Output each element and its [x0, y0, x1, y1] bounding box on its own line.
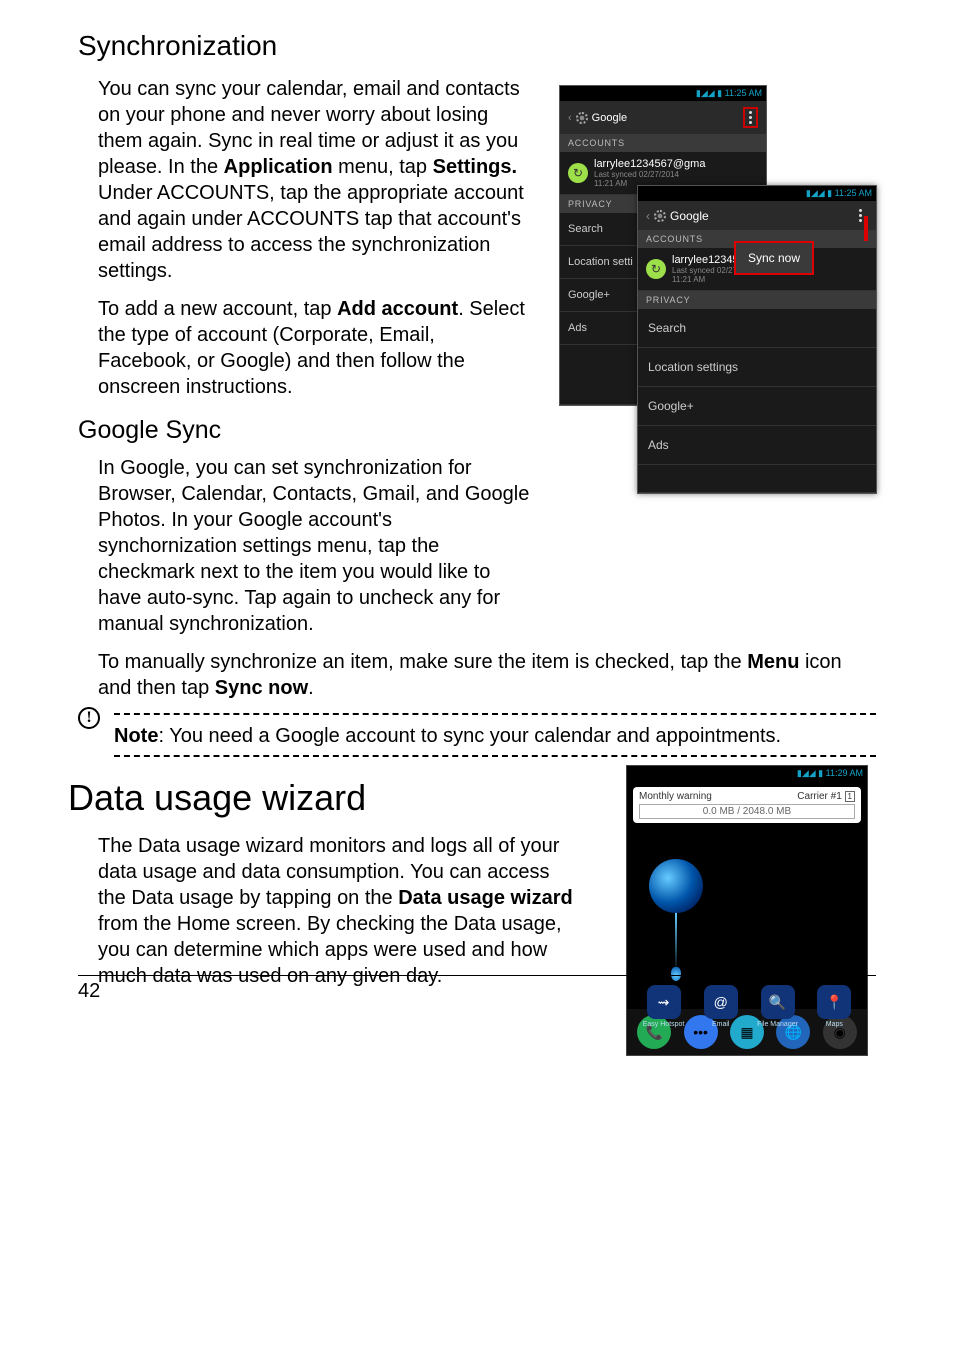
list-item[interactable]: Location settings: [638, 348, 876, 387]
gsync-paragraph-1: In Google, you can set synchronization f…: [98, 455, 533, 637]
gear-icon: [576, 112, 588, 124]
sim-icon: 1: [845, 791, 855, 802]
sync-status-icon: ↻: [568, 163, 588, 183]
synchronization-heading: Synchronization: [78, 30, 876, 62]
data-usage-screenshot: ▮◢◢ ▮ 11:29 AM Monthly warning Carrier #…: [626, 765, 868, 1056]
overflow-menu-button[interactable]: [743, 107, 758, 128]
account-email: larrylee1234567@gma: [594, 158, 705, 170]
page-number: 42: [78, 975, 876, 1003]
usage-value: 0.0 MB / 2048.0 MB: [639, 804, 855, 819]
sync-now-menu-item[interactable]: Sync now: [734, 241, 814, 275]
phone-screenshot-2: ▮◢◢ ▮ 11:25 AM ‹ Google ACCOUNTS ↻ larry…: [637, 185, 877, 494]
data-usage-paragraph: The Data usage wizard monitors and logs …: [98, 833, 578, 989]
sync-status-icon: ↻: [646, 259, 666, 279]
sync-paragraph-2: To add a new account, tap Add account. S…: [98, 296, 533, 400]
gear-icon: [654, 210, 666, 222]
carrier-label: Carrier #1: [797, 791, 841, 802]
sync-screenshots: ▮◢◢ ▮ 11:25 AM ‹ Google ACCOUNTS ↻ larry…: [559, 85, 879, 555]
gsync-paragraph-2: To manually synchronize an item, make su…: [98, 649, 876, 701]
signal-icon: ▮◢◢ ▮: [797, 768, 823, 778]
sync-paragraph-1: You can sync your calendar, email and co…: [98, 76, 533, 284]
data-usage-widget[interactable]: Monthly warning Carrier #1 1 0.0 MB / 20…: [633, 787, 861, 823]
list-item[interactable]: Google+: [638, 387, 876, 426]
back-icon[interactable]: ‹: [646, 209, 650, 223]
status-bar: ▮◢◢ ▮ 11:25 AM: [638, 186, 876, 201]
accounts-section-header: ACCOUNTS: [560, 134, 766, 152]
note-block: ! Note: You need a Google account to syn…: [78, 713, 876, 757]
back-icon[interactable]: ‹: [568, 112, 572, 124]
signal-icon: ▮◢◢ ▮: [806, 188, 832, 198]
status-bar: ▮◢◢ ▮ 11:25 AM: [560, 86, 766, 101]
screen-title: Google: [592, 112, 627, 124]
widget-title: Monthly warning: [639, 791, 712, 802]
list-item[interactable]: Ads: [638, 426, 876, 465]
privacy-section-header: PRIVACY: [638, 291, 876, 309]
alert-icon: !: [78, 707, 100, 729]
status-bar: ▮◢◢ ▮ 11:29 AM: [627, 766, 867, 781]
signal-icon: ▮◢◢ ▮: [696, 88, 722, 98]
screen-title: Google: [670, 209, 709, 223]
list-item[interactable]: Search: [638, 309, 876, 348]
sphere-graphic: [649, 859, 703, 913]
